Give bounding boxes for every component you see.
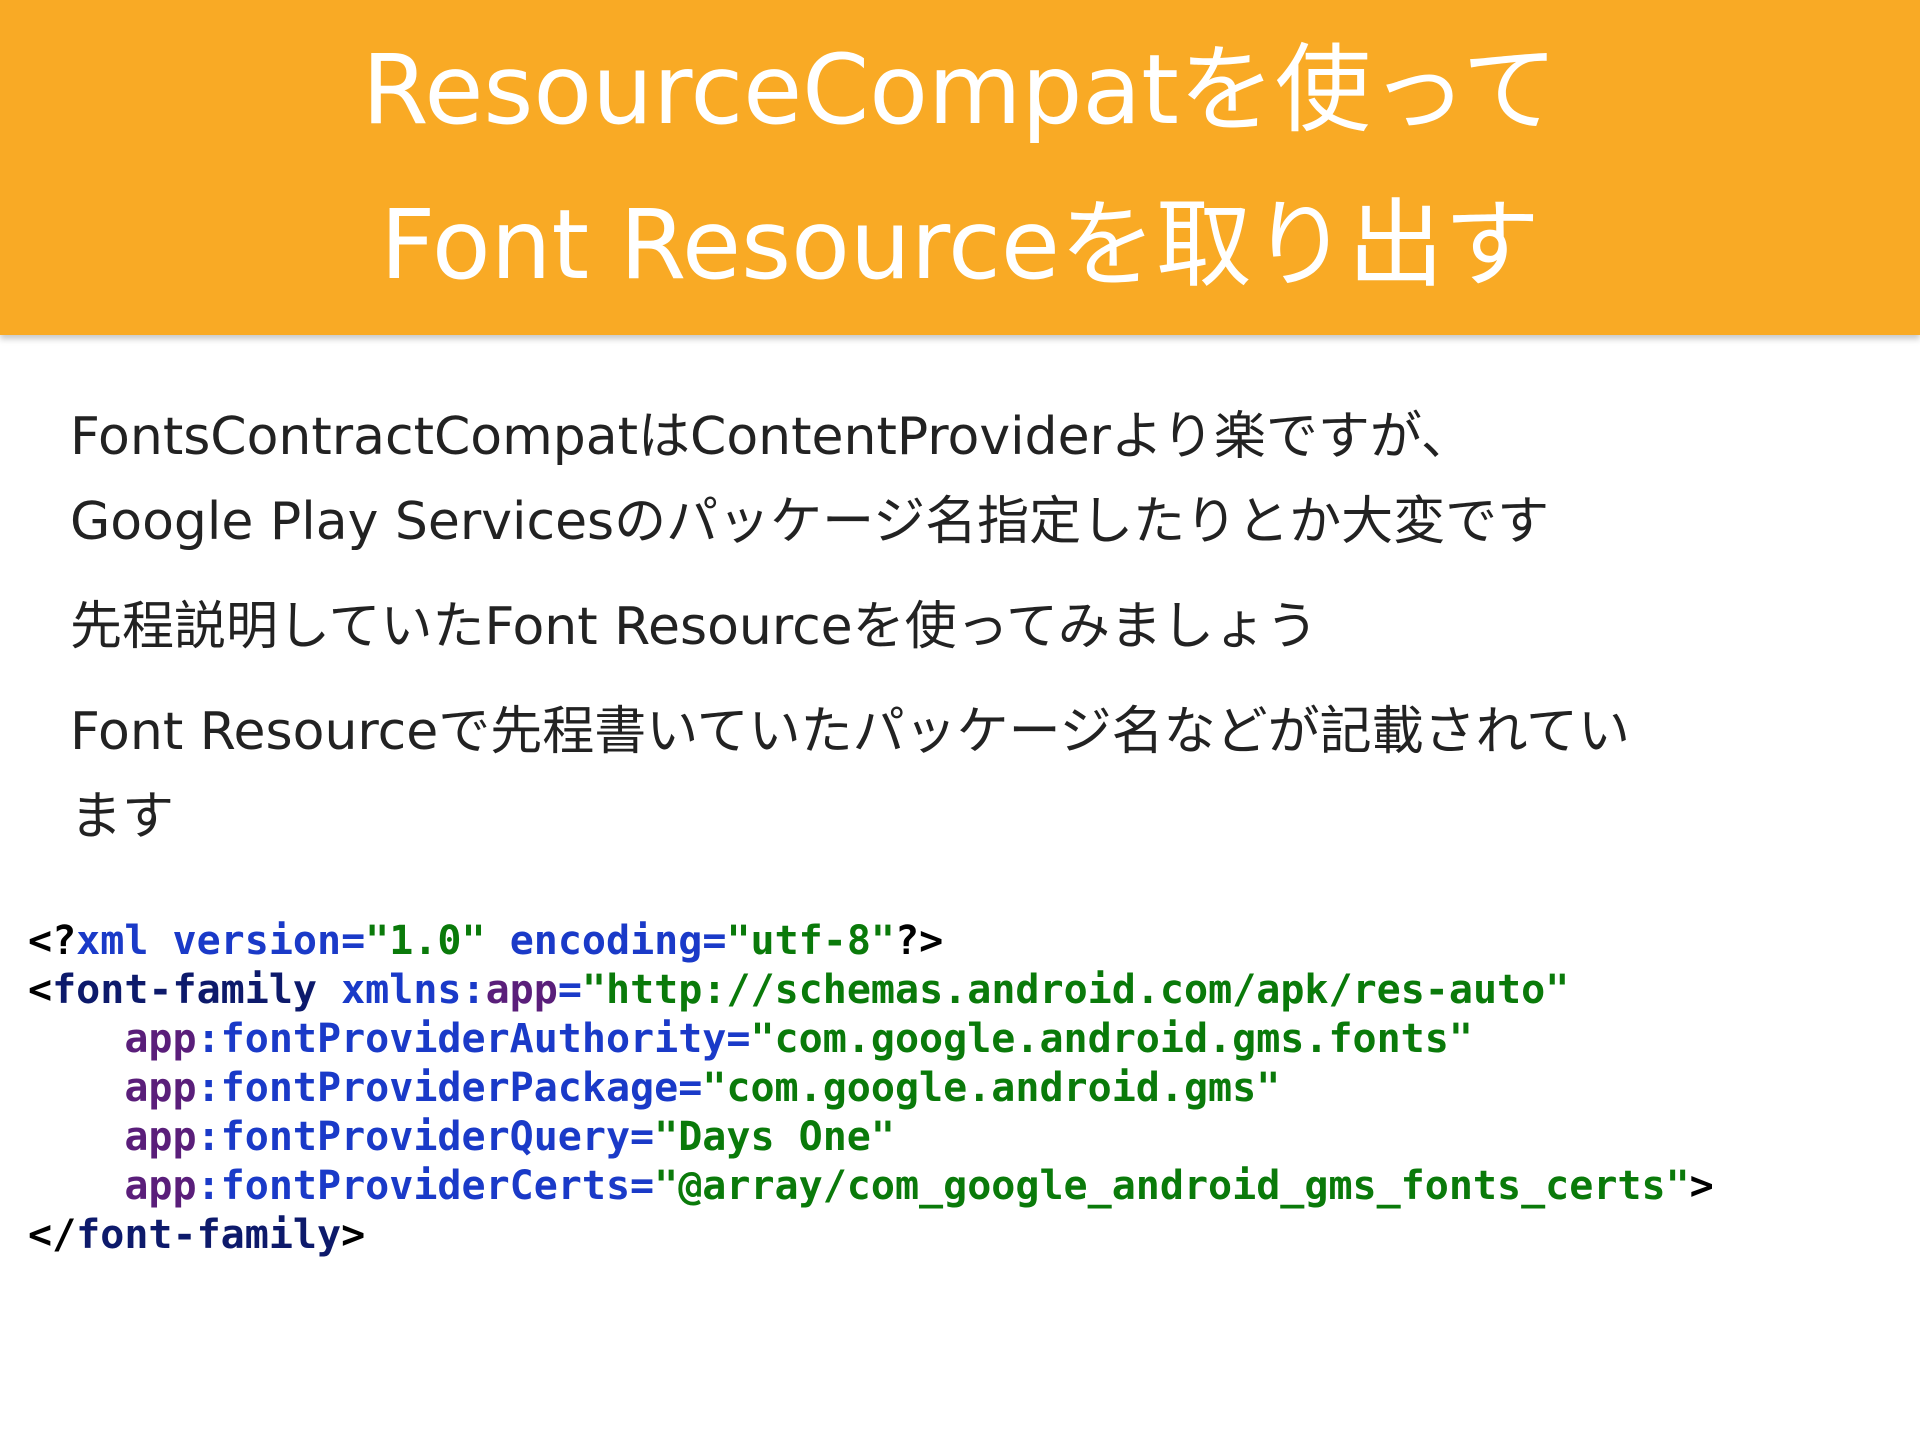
code-line-authority: app:fontProviderAuthority="com.google.an… [28,1015,1714,1064]
code-block: <?xml version="1.0" encoding="utf-8"?> <f… [28,917,1714,1260]
code-line-query: app:fontProviderQuery="Days One" [28,1113,1714,1162]
code-token: "http://schemas.android.com/apk/res-auto… [581,967,1570,1013]
paragraph-3-line-2: ます [70,787,175,847]
code-token: version= [172,918,366,964]
code-token: font-family [52,967,317,1013]
slide-title-line-2: Font Resourceを取り出す [380,189,1540,301]
code-line-font-family-open: <font-family xmlns:app="http://schemas.a… [28,966,1714,1015]
code-token: app [124,1163,197,1209]
paragraph-2: 先程説明していたFont Resourceを使ってみましょう [70,597,1319,657]
code-token: > [1689,1163,1714,1209]
code-token: :fontProviderAuthority= [196,1016,751,1062]
paragraph-1-line-1: FontsContractCompatはContentProviderより楽です… [70,407,1473,467]
code-token: "Days One" [654,1114,895,1160]
code-token: "com.google.android.gms.fonts" [750,1016,1473,1062]
code-token: :fontProviderQuery= [196,1114,655,1160]
slide-title-line-1: ResourceCompatを使って [361,34,1559,146]
code-token: "utf-8" [726,918,896,964]
code-token: ?> [895,918,944,964]
code-token: "1.0" [365,918,486,964]
title-banner: ResourceCompatを使って Font Resourceを取り出す [0,0,1920,335]
code-line-certs: app:fontProviderCerts="@array/com_google… [28,1162,1714,1211]
code-token: app [124,1114,197,1160]
slide: ResourceCompatを使って Font Resourceを取り出す Fo… [0,0,1920,1440]
code-token: app [124,1016,197,1062]
code-token: font-family [76,1212,342,1258]
code-line-xml-declaration: <?xml version="1.0" encoding="utf-8"?> [28,917,1714,966]
code-token: = [557,967,582,1013]
code-token: encoding= [509,918,727,964]
code-line-package: app:fontProviderPackage="com.google.andr… [28,1064,1714,1113]
code-token: > [341,1212,366,1258]
code-token: app [124,1065,197,1111]
paragraph-1-line-2: Google Play Servicesのパッケージ名指定したりとか大変です [70,492,1550,552]
code-token: xmlns: [341,967,486,1013]
code-token: app [485,967,558,1013]
code-token: "com.google.android.gms" [702,1065,1281,1111]
code-token: :fontProviderPackage= [196,1065,703,1111]
code-token: </ [28,1212,77,1258]
code-token: "@array/com_google_android_gms_fonts_cer… [654,1163,1690,1209]
code-token: < [28,967,53,1013]
paragraph-3-line-1: Font Resourceで先程書いていたパッケージ名などが記載されてい [70,702,1631,762]
code-line-font-family-close: </font-family> [28,1211,1714,1260]
code-token: <? [28,918,77,964]
code-token: xml [76,918,149,964]
code-token: :fontProviderCerts= [196,1163,655,1209]
